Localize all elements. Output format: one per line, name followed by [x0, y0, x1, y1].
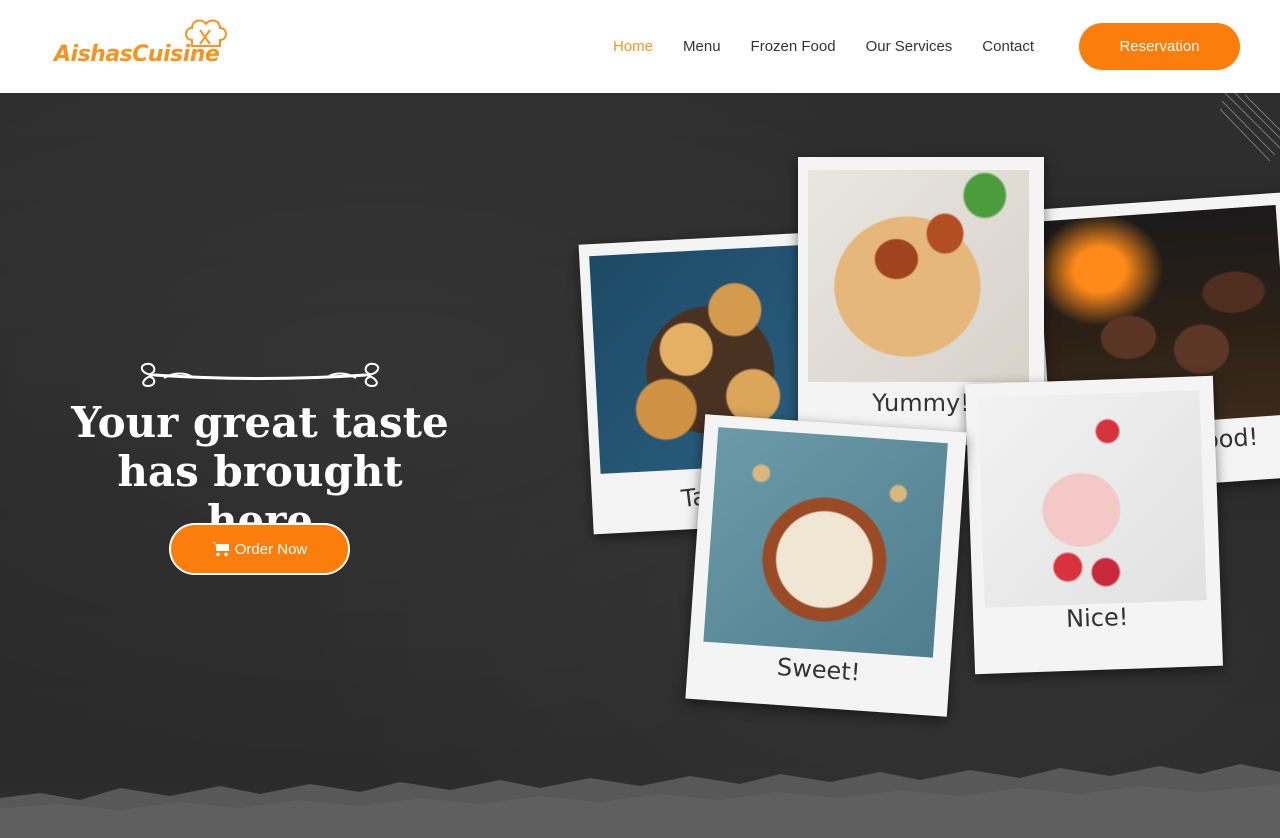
nav-item-home[interactable]: Home — [598, 38, 668, 55]
kheer-dessert-photo — [703, 427, 948, 658]
torn-paper-edge — [0, 764, 1280, 838]
photo-card-smoothie: Nice! — [965, 375, 1223, 675]
ornament-divider-icon — [140, 362, 380, 388]
photo-card-kheer: Sweet! — [685, 414, 967, 717]
order-now-button[interactable]: Order Now — [169, 523, 350, 575]
nav-item-menu[interactable]: Menu — [668, 38, 736, 55]
order-now-label: Order Now — [234, 540, 308, 558]
reservation-button[interactable]: Reservation — [1079, 23, 1240, 70]
logo-text: AishasCuisine — [54, 42, 220, 67]
nav-item-contact[interactable]: Contact — [967, 38, 1049, 55]
nav-item-frozen-food[interactable]: Frozen Food — [736, 38, 851, 55]
biryani-photo — [808, 170, 1029, 382]
nav-item-our-services[interactable]: Our Services — [851, 38, 968, 55]
main-nav: Home Menu Frozen Food Our Services Conta… — [598, 0, 1049, 93]
corner-decoration — [1220, 93, 1280, 162]
strawberry-smoothie-photo — [977, 390, 1207, 608]
hero-headline-line-1: Your great taste — [71, 398, 449, 447]
shopping-cart-icon — [211, 542, 229, 557]
site-logo[interactable]: AishasCuisine — [52, 14, 232, 74]
site-header: AishasCuisine Home Menu Frozen Food Our … — [0, 0, 1280, 93]
hero-section: Your great taste has brought here Order … — [0, 93, 1280, 838]
